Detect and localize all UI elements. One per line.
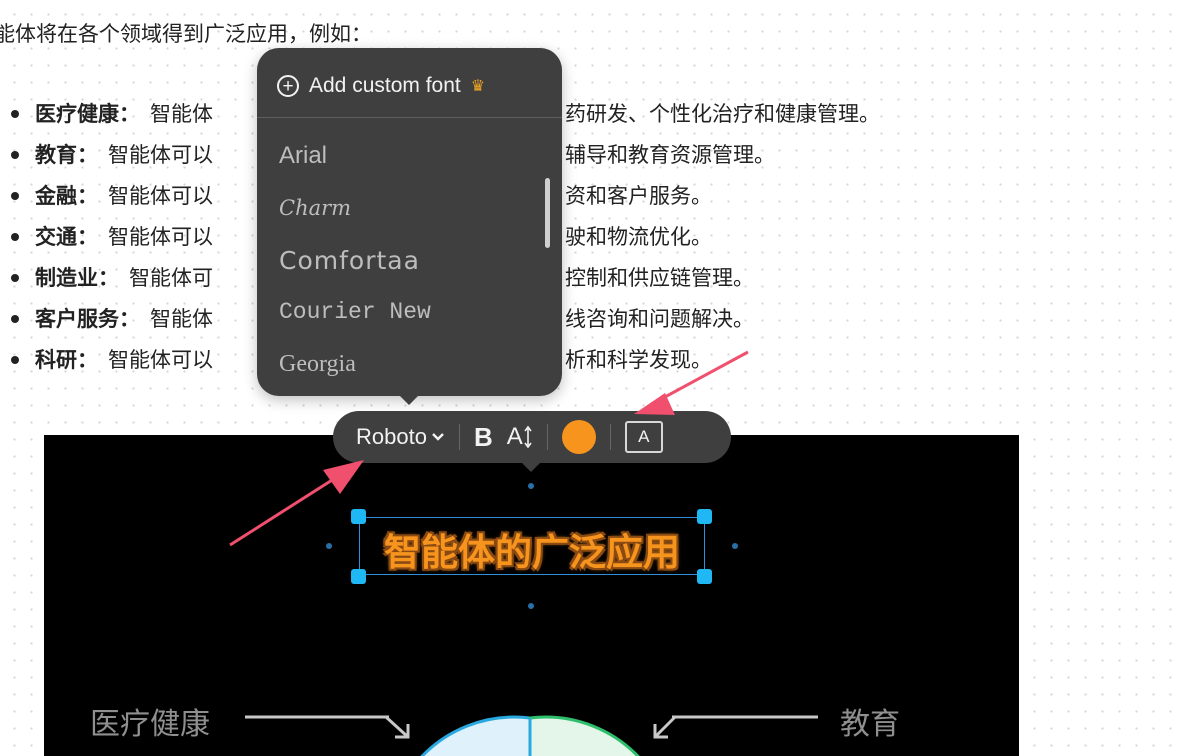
text-box-style-button[interactable]: A xyxy=(624,421,663,453)
font-size-button[interactable]: A xyxy=(507,423,533,451)
font-list-scrollbar[interactable] xyxy=(545,178,550,248)
chevron-down-icon xyxy=(432,433,444,441)
list-item: 交通： 智能体可以 驶和物流优化。 xyxy=(8,221,712,262)
bullet-dot xyxy=(11,192,19,200)
add-custom-font-label: Add custom font xyxy=(309,74,461,97)
list-item: 教育： 智能体可以 辅导和教育资源管理。 xyxy=(8,139,775,180)
font-family-menu: + Add custom font ♛ Arial Charm Comforta… xyxy=(257,48,562,405)
bullet-dot xyxy=(11,233,19,241)
list-item-text: 智能体可以 xyxy=(108,184,213,208)
list-item-tail: 控制和供应链管理。 xyxy=(565,266,754,290)
diagram-connectors xyxy=(245,715,818,756)
list-item-term: 教育： xyxy=(35,143,98,167)
add-custom-font-button[interactable]: + Add custom font ♛ xyxy=(277,72,485,100)
list-item-term: 科研： xyxy=(35,348,98,372)
toolbar-divider xyxy=(546,424,548,450)
bullet-dot xyxy=(11,315,19,323)
font-option-charm[interactable]: Charm xyxy=(279,182,431,234)
list-item: 医疗健康： 智能体 药研发、个性化治疗和健康管理。 xyxy=(8,98,880,139)
list-item-text: 智能体 xyxy=(150,102,213,126)
slide-canvas[interactable]: 智能体的广泛应用 医疗健康 教育 xyxy=(44,435,1019,756)
text-format-toolbar: Roboto B A A xyxy=(333,411,731,472)
bullet-dot xyxy=(11,151,19,159)
list-item: 金融： 智能体可以 资和客户服务。 xyxy=(8,180,712,221)
list-item-text: 智能体可以 xyxy=(108,348,213,372)
list-item-term: 医疗健康： xyxy=(35,102,140,126)
list-item-tail: 资和客户服务。 xyxy=(565,184,712,208)
list-item-term: 客户服务： xyxy=(35,307,140,331)
list-item-tail: 药研发、个性化治疗和健康管理。 xyxy=(565,102,880,126)
menu-divider xyxy=(257,117,562,118)
font-option-comfortaa[interactable]: Comfortaa xyxy=(279,234,431,286)
font-list: Arial Charm Comfortaa Courier New Georgi… xyxy=(279,130,431,390)
bold-button[interactable]: B xyxy=(474,422,493,453)
list-item-term: 制造业： xyxy=(35,266,119,290)
toolbar-divider xyxy=(609,424,611,450)
text-color-swatch[interactable] xyxy=(561,420,596,454)
list-item-tail: 线咨询和问题解决。 xyxy=(565,307,754,331)
crown-icon: ♛ xyxy=(470,78,486,95)
list-item: 科研： 智能体可以 析和科学发现。 xyxy=(8,344,712,385)
font-family-dropdown[interactable]: Roboto xyxy=(356,424,445,450)
list-item-tail: 辅导和教育资源管理。 xyxy=(565,143,775,167)
toolbar-divider xyxy=(458,424,460,450)
list-item-tail: 驶和物流优化。 xyxy=(565,225,712,249)
list-item-text: 智能体可以 xyxy=(108,143,213,167)
list-item-text: 智能体 xyxy=(150,307,213,331)
font-option-arial[interactable]: Arial xyxy=(279,130,431,182)
bullet-dot xyxy=(11,274,19,282)
list-item: 客户服务： 智能体 线咨询和问题解决。 xyxy=(8,303,754,344)
list-item-tail: 析和科学发现。 xyxy=(565,348,712,372)
font-option-georgia[interactable]: Georgia xyxy=(279,338,431,390)
bullet-dot xyxy=(11,110,19,118)
intro-text: 能体将在各个领域得到广泛应用，例如： xyxy=(0,22,372,46)
list-item-term: 金融： xyxy=(35,184,98,208)
plus-circle-icon: + xyxy=(277,75,299,97)
list-item-term: 交通： xyxy=(35,225,98,249)
font-size-icon: A xyxy=(506,423,523,450)
font-family-value: Roboto xyxy=(356,424,427,449)
font-option-courier-new[interactable]: Courier New xyxy=(279,286,431,338)
application-list: 医疗健康： 智能体 药研发、个性化治疗和健康管理。 教育： 智能体可以 辅导和教育资源管… xyxy=(8,98,880,385)
bullet-dot xyxy=(11,356,19,364)
list-item-text: 智能体可以 xyxy=(108,225,213,249)
list-item: 制造业： 智能体可 控制和供应链管理。 xyxy=(8,262,754,303)
up-down-arrow-icon xyxy=(524,425,532,449)
list-item-text: 智能体可 xyxy=(129,266,213,290)
